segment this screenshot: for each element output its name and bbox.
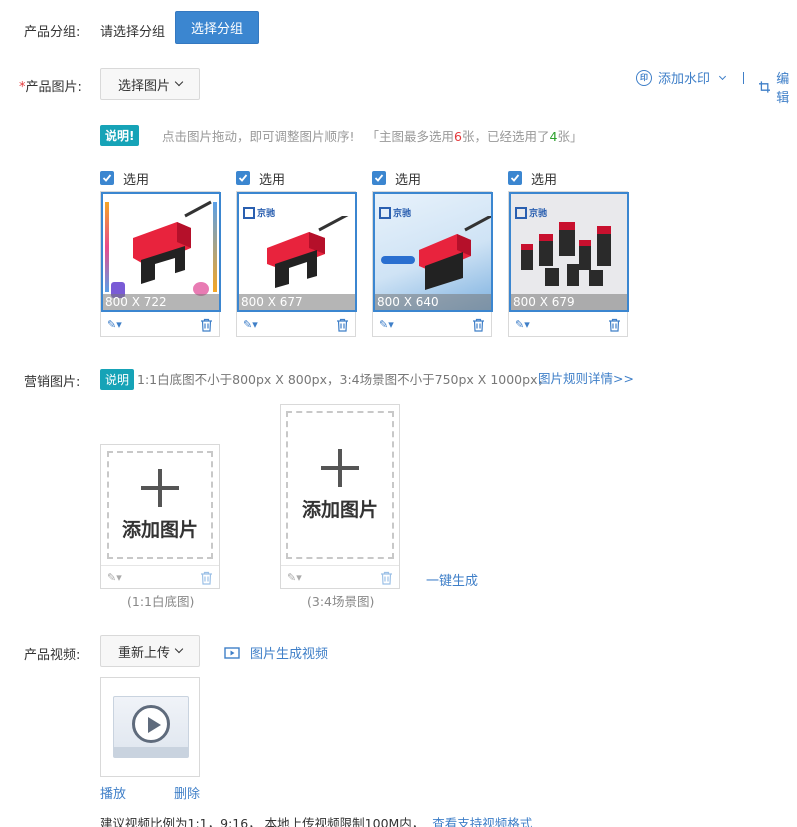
- select-images-button[interactable]: 选择图片: [100, 68, 200, 100]
- tip-text-d: 张」: [557, 129, 583, 144]
- watermark-icon: 印: [636, 69, 652, 86]
- watermark-control[interactable]: 印 添加水印: [636, 68, 727, 87]
- delete-link[interactable]: 删除: [174, 783, 200, 802]
- reupload-button[interactable]: 重新上传: [100, 635, 200, 667]
- magic-wand-icon[interactable]: ✎▾: [107, 571, 122, 584]
- thumb-item[interactable]: 选用 京驰 800 X 677 ✎▾: [236, 168, 357, 337]
- slot-caption: (1:1白底图): [127, 594, 195, 609]
- watermark-label: 添加水印: [658, 72, 711, 87]
- images-tip: 点击图片拖动，即可调整图片顺序! 「主图最多选用6张，已经选用了4张」: [162, 126, 582, 145]
- checkbox-checked-icon[interactable]: [508, 171, 522, 185]
- image-dimensions: 800 X 640: [375, 294, 491, 310]
- trash-icon[interactable]: [472, 318, 485, 332]
- reupload-label: 重新上传: [117, 645, 170, 661]
- tip-text-a: 点击图片拖动，即可调整图片顺序!: [162, 129, 355, 144]
- tip-text-c: 张，已经选用了: [461, 129, 550, 144]
- marketing-tip: 1:1白底图不小于800px X 800px，3:4场景图不小于750px X …: [137, 372, 550, 387]
- image-rules-link[interactable]: 图片规则详情>>: [538, 368, 634, 387]
- film-icon: [224, 646, 240, 659]
- marketing-slot-portrait[interactable]: 添加图片 ✎▾: [280, 404, 400, 589]
- image-dimensions: 800 X 679: [511, 294, 627, 310]
- magic-wand-icon[interactable]: ✎▾: [287, 571, 302, 584]
- plus-icon: [321, 448, 359, 487]
- marketing-slot-square[interactable]: 添加图片 ✎▾: [100, 444, 220, 589]
- image-dimensions: 800 X 722: [103, 294, 219, 310]
- trash-icon[interactable]: [608, 318, 621, 332]
- image-dimensions: 800 X 677: [239, 294, 355, 310]
- thumb-item[interactable]: 选用 京驰 800 X 679 ✎▾: [508, 168, 629, 337]
- chevron-down-icon: [718, 72, 727, 80]
- product-image[interactable]: 京驰 800 X 679: [509, 192, 629, 312]
- marketing-tip-badge: 说明: [100, 369, 135, 390]
- one-click-generate-link[interactable]: 一键生成: [426, 570, 478, 589]
- select-images-label: 选择图片: [117, 78, 170, 94]
- image-to-video-control[interactable]: 图片生成视频: [224, 643, 328, 662]
- play-icon: [132, 705, 170, 743]
- images-label: *产品图片:: [19, 76, 82, 95]
- video-thumbnail[interactable]: [100, 677, 200, 777]
- select-group-button[interactable]: 选择分组: [175, 11, 259, 44]
- crop-icon: [759, 81, 771, 93]
- select-label: 选用: [123, 172, 150, 188]
- images-label-text: 产品图片:: [25, 80, 82, 95]
- chevron-down-icon: [174, 644, 184, 654]
- trash-icon[interactable]: [380, 571, 393, 585]
- video-note-text: 建议视频比例为1:1，9:16， 本地上传视频限制100M内，: [100, 816, 425, 827]
- chevron-down-icon: [174, 77, 184, 87]
- edit-control[interactable]: 编辑: [759, 68, 797, 106]
- trash-icon[interactable]: [336, 318, 349, 332]
- video-note: 建议视频比例为1:1，9:16， 本地上传视频限制100M内， 查看支持视频格式: [100, 813, 532, 827]
- select-label: 选用: [531, 172, 558, 188]
- tip-text-b: 「主图最多选用: [366, 129, 455, 144]
- slot-caption: (3:4场景图): [307, 594, 375, 609]
- tip-badge: 说明!: [100, 125, 140, 146]
- add-image-label: 添加图片: [301, 498, 378, 521]
- edit-label: 编辑: [776, 72, 790, 106]
- product-image[interactable]: 800 X 722: [101, 192, 221, 312]
- play-link[interactable]: 播放: [100, 783, 126, 802]
- group-placeholder: 请选择分组: [100, 25, 166, 40]
- select-label: 选用: [395, 172, 422, 188]
- checkbox-checked-icon[interactable]: [100, 171, 114, 185]
- supported-formats-link[interactable]: 查看支持视频格式: [432, 816, 532, 827]
- magic-wand-icon[interactable]: ✎▾: [107, 318, 122, 331]
- trash-icon[interactable]: [200, 571, 213, 585]
- magic-wand-icon[interactable]: ✎▾: [243, 318, 258, 331]
- thumb-item[interactable]: 选用 800 X 722 ✎▾: [100, 168, 221, 337]
- group-label: 产品分组:: [24, 25, 81, 40]
- brand-logo: 京驰: [515, 206, 547, 219]
- add-image-label: 添加图片: [121, 518, 198, 541]
- magic-wand-icon[interactable]: ✎▾: [379, 318, 394, 331]
- checkbox-checked-icon[interactable]: [372, 171, 386, 185]
- plus-icon: [141, 468, 179, 507]
- add-image-area[interactable]: 添加图片: [286, 411, 394, 559]
- video-label: 产品视频:: [24, 648, 81, 663]
- image-to-video-label: 图片生成视频: [250, 647, 329, 662]
- product-image[interactable]: 京驰 800 X 640: [373, 192, 493, 312]
- divider: [743, 72, 744, 84]
- tip-max: 6: [454, 129, 462, 144]
- select-label: 选用: [259, 172, 286, 188]
- add-image-area[interactable]: 添加图片: [107, 451, 213, 559]
- marketing-label: 营销图片:: [24, 375, 81, 390]
- thumb-item[interactable]: 选用 京驰 800 X 640 ✎▾: [372, 168, 493, 337]
- checkbox-checked-icon[interactable]: [236, 171, 250, 185]
- product-image[interactable]: 京驰 800 X 677: [237, 192, 357, 312]
- magic-wand-icon[interactable]: ✎▾: [515, 318, 530, 331]
- trash-icon[interactable]: [200, 318, 213, 332]
